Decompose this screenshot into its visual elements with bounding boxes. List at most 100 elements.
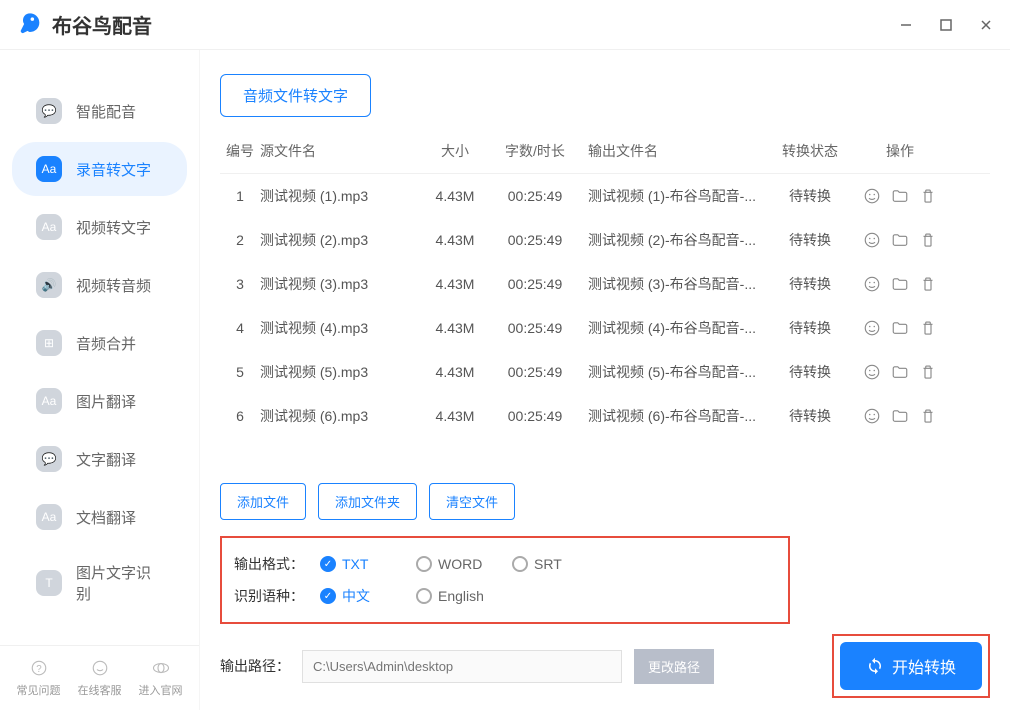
format-txt-radio[interactable]: TXT <box>320 556 400 572</box>
output-path-label: 输出路径： <box>220 656 290 676</box>
open-folder-icon[interactable] <box>891 363 909 381</box>
cell-idx: 3 <box>220 276 260 292</box>
footer-icon-1 <box>90 658 110 678</box>
preview-icon[interactable] <box>863 407 881 425</box>
table-row: 4 测试视频 (4).mp3 4.43M 00:25:49 测试视频 (4)-布… <box>220 306 990 350</box>
col-header-status: 转换状态 <box>770 141 850 161</box>
sidebar-item-2[interactable]: Aa视频转文字 <box>12 200 187 254</box>
app-title: 布谷鸟配音 <box>52 10 152 39</box>
table-row: 5 测试视频 (5).mp3 4.43M 00:25:49 测试视频 (5)-布… <box>220 350 990 394</box>
cell-size: 4.43M <box>420 408 490 424</box>
sidebar-item-7[interactable]: Aa文档翻译 <box>12 490 187 544</box>
delete-icon[interactable] <box>919 187 937 205</box>
sidebar-item-0[interactable]: 💬 智能配音 <box>12 84 187 138</box>
delete-icon[interactable] <box>919 407 937 425</box>
open-folder-icon[interactable] <box>891 275 909 293</box>
col-header-size: 大小 <box>420 141 490 161</box>
cell-status: 待转换 <box>770 230 850 250</box>
settings-panel: 输出格式： TXT WORD SRT 识别语种： 中文 English <box>220 536 790 624</box>
footer-item-2[interactable]: 进入官网 <box>139 658 183 698</box>
start-convert-button[interactable]: 开始转换 <box>840 642 982 690</box>
cell-size: 4.43M <box>420 276 490 292</box>
content-area: 音频文件转文字 编号 源文件名 大小 字数/时长 输出文件名 转换状态 操作 1… <box>200 50 1010 710</box>
col-header-src: 源文件名 <box>260 141 420 161</box>
sidebar-label-5: 图片翻译 <box>76 391 136 412</box>
format-srt-radio[interactable]: SRT <box>512 556 592 572</box>
cell-dur: 00:25:49 <box>490 408 580 424</box>
footer-item-0[interactable]: ?常见问题 <box>17 658 61 698</box>
lang-label: 识别语种： <box>234 586 304 606</box>
cell-idx: 1 <box>220 188 260 204</box>
col-header-ops: 操作 <box>850 141 950 161</box>
sidebar-item-4[interactable]: ⊞音频合并 <box>12 316 187 370</box>
lang-chinese-radio[interactable]: 中文 <box>320 586 400 606</box>
cell-idx: 5 <box>220 364 260 380</box>
cell-idx: 2 <box>220 232 260 248</box>
cell-out: 测试视频 (6)-布谷鸟配音-... <box>580 406 770 426</box>
sidebar-item-5[interactable]: Aa 图片翻译 <box>12 374 187 428</box>
clear-files-button[interactable]: 清空文件 <box>429 483 515 520</box>
file-table: 编号 源文件名 大小 字数/时长 输出文件名 转换状态 操作 1 测试视频 (1… <box>220 129 990 463</box>
table-row: 6 测试视频 (6).mp3 4.43M 00:25:49 测试视频 (6)-布… <box>220 394 990 438</box>
cell-src: 测试视频 (6).mp3 <box>260 406 420 426</box>
change-path-button[interactable]: 更改路径 <box>634 649 714 684</box>
sidebar-label-1: 录音转文字 <box>76 159 151 180</box>
open-folder-icon[interactable] <box>891 231 909 249</box>
cell-dur: 00:25:49 <box>490 232 580 248</box>
cell-src: 测试视频 (1).mp3 <box>260 186 420 206</box>
open-folder-icon[interactable] <box>891 407 909 425</box>
delete-icon[interactable] <box>919 231 937 249</box>
add-file-button[interactable]: 添加文件 <box>220 483 306 520</box>
preview-icon[interactable] <box>863 187 881 205</box>
preview-icon[interactable] <box>863 275 881 293</box>
cell-status: 待转换 <box>770 186 850 206</box>
close-button[interactable] <box>978 17 994 33</box>
sidebar-icon-1: Aa <box>36 156 62 182</box>
lang-english-radio[interactable]: English <box>416 588 496 604</box>
cell-idx: 6 <box>220 408 260 424</box>
minimize-button[interactable] <box>898 17 914 33</box>
cell-src: 测试视频 (3).mp3 <box>260 274 420 294</box>
sidebar-icon-0: 💬 <box>36 98 62 124</box>
format-word-radio[interactable]: WORD <box>416 556 496 572</box>
col-header-idx: 编号 <box>220 141 260 161</box>
footer-icon-0: ? <box>29 658 49 678</box>
footer-item-1[interactable]: 在线客服 <box>78 658 122 698</box>
svg-text:?: ? <box>36 664 42 675</box>
delete-icon[interactable] <box>919 363 937 381</box>
sidebar-item-6[interactable]: 💬文字翻译 <box>12 432 187 486</box>
cell-src: 测试视频 (2).mp3 <box>260 230 420 250</box>
cell-status: 待转换 <box>770 274 850 294</box>
cell-out: 测试视频 (5)-布谷鸟配音-... <box>580 362 770 382</box>
cell-size: 4.43M <box>420 188 490 204</box>
sidebar: 💬 智能配音 Aa 录音转文字 Aa视频转文字🔊视频转音频⊞音频合并 Aa 图片翻译 💬文字翻… <box>0 50 200 710</box>
sidebar-label-0: 智能配音 <box>76 101 136 122</box>
sidebar-item-3[interactable]: 🔊视频转音频 <box>12 258 187 312</box>
delete-icon[interactable] <box>919 275 937 293</box>
cell-out: 测试视频 (2)-布谷鸟配音-... <box>580 230 770 250</box>
sidebar-item-1[interactable]: Aa 录音转文字 <box>12 142 187 196</box>
table-row: 1 测试视频 (1).mp3 4.43M 00:25:49 测试视频 (1)-布… <box>220 174 990 218</box>
col-header-out: 输出文件名 <box>580 141 770 161</box>
open-folder-icon[interactable] <box>891 187 909 205</box>
sidebar-icon-6: 💬 <box>36 446 62 472</box>
output-path-input[interactable] <box>302 650 622 683</box>
titlebar: 布谷鸟配音 <box>0 0 1010 50</box>
open-folder-icon[interactable] <box>891 319 909 337</box>
format-label: 输出格式： <box>234 554 304 574</box>
preview-icon[interactable] <box>863 319 881 337</box>
sidebar-icon-5: Aa <box>36 388 62 414</box>
sidebar-icon-4: ⊞ <box>36 330 62 356</box>
delete-icon[interactable] <box>919 319 937 337</box>
sidebar-item-8[interactable]: T图片文字识别 <box>12 548 187 618</box>
sidebar-label-3: 视频转音频 <box>76 275 151 296</box>
cell-out: 测试视频 (1)-布谷鸟配音-... <box>580 186 770 206</box>
sidebar-label-8: 图片文字识别 <box>76 562 163 604</box>
cell-status: 待转换 <box>770 406 850 426</box>
maximize-button[interactable] <box>938 17 954 33</box>
tab-audio-to-text[interactable]: 音频文件转文字 <box>220 74 371 117</box>
preview-icon[interactable] <box>863 231 881 249</box>
add-folder-button[interactable]: 添加文件夹 <box>318 483 417 520</box>
cell-out: 测试视频 (4)-布谷鸟配音-... <box>580 318 770 338</box>
preview-icon[interactable] <box>863 363 881 381</box>
